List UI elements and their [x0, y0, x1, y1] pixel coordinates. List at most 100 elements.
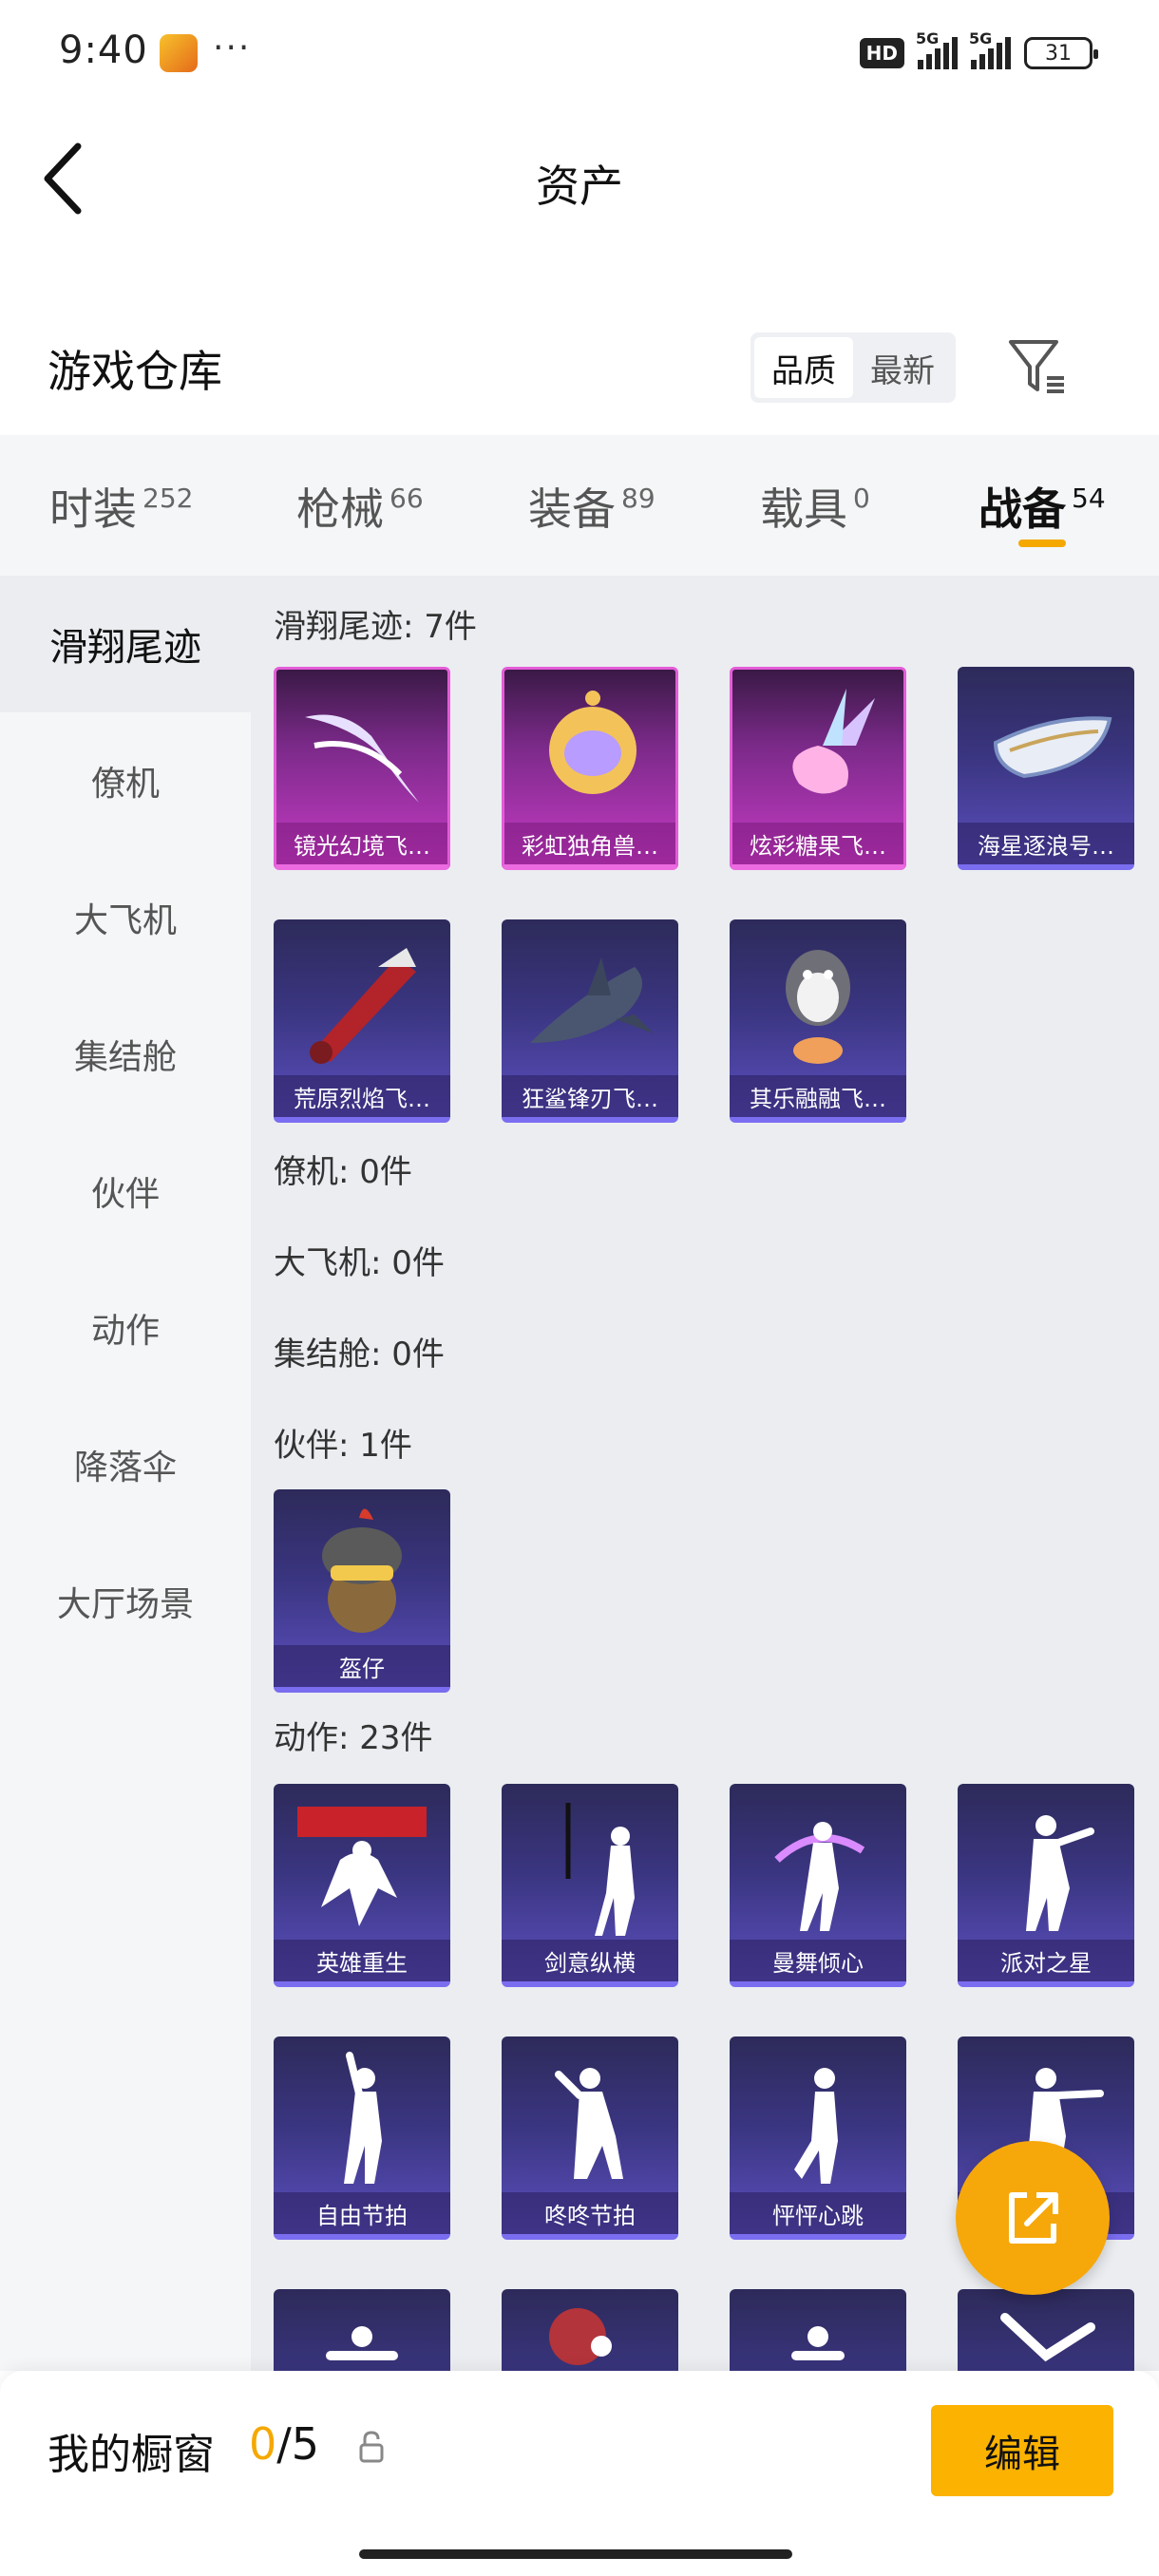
emote-figure-icon [791, 2326, 845, 2360]
more-notifications-icon: ··· [213, 28, 252, 67]
item-card[interactable]: 彩虹独角兽… [502, 667, 678, 870]
item-card[interactable]: 英雄重生 [274, 1784, 450, 1987]
item-card[interactable]: 狂鲨锋刃飞… [502, 919, 678, 1123]
item-label: 其乐融融飞… [730, 1075, 906, 1117]
item-card[interactable]: 剑意纵横 [502, 1784, 678, 1987]
item-card[interactable]: 荒原烈焰飞… [274, 919, 450, 1123]
side-item-pod[interactable]: 集结舱 [0, 986, 251, 1123]
item-label: 曼舞倾心 [730, 1940, 906, 1981]
item-card[interactable] [274, 2289, 450, 2371]
warehouse-title: 游戏仓库 [48, 346, 222, 397]
section-title-emote: 动作: 23件 [274, 1719, 433, 1757]
item-label: 海星逐浪号… [958, 823, 1134, 864]
emote-figure-icon [326, 2326, 398, 2360]
signal-icon: 5G [916, 29, 958, 69]
hd-icon: HD [859, 38, 904, 68]
showcase-count: 0/5 [249, 2418, 320, 2470]
item-label: 派对之星 [958, 1940, 1134, 1981]
side-item-parachute[interactable]: 降落伞 [0, 1396, 251, 1533]
page-title: 资产 [536, 161, 623, 212]
item-label: 盔仔 [274, 1645, 450, 1687]
candy-icon [792, 689, 875, 794]
section-title-partner: 伙伴: 1件 [274, 1427, 412, 1465]
app-notification-icon [160, 34, 198, 72]
item-card[interactable] [730, 2289, 906, 2371]
flame-glider-icon [310, 948, 416, 1064]
item-label: 彩虹独角兽… [504, 823, 675, 864]
tab-fashion[interactable]: 时装 252 [49, 475, 193, 538]
share-icon [1009, 2192, 1058, 2244]
item-card[interactable]: 镜光幻境飞… [274, 667, 450, 870]
tab-guns[interactable]: 枪械 66 [296, 475, 424, 538]
home-indicator[interactable] [359, 2549, 792, 2559]
edit-button[interactable]: 编辑 [931, 2405, 1113, 2496]
section-title-wingman: 僚机: 0件 [274, 1153, 412, 1191]
item-card[interactable]: 曼舞倾心 [730, 1784, 906, 1987]
side-item-partner[interactable]: 伙伴 [0, 1123, 251, 1260]
dance-emote-icon [774, 1822, 865, 1931]
drum-beat-emote-icon [555, 2068, 623, 2179]
shark-glider-icon [530, 957, 654, 1043]
hero-emote-icon [297, 1807, 427, 1926]
sword-emote-icon [565, 1803, 635, 1936]
item-card[interactable] [502, 2289, 678, 2371]
helmet-bird-icon [322, 1508, 402, 1633]
status-bar: 9:40 ··· HD 5G 5G 31 [0, 0, 1159, 104]
item-label: 英雄重生 [274, 1940, 450, 1981]
side-category-list: 滑翔尾迹 僚机 大飞机 集结舱 伙伴 动作 降落伞 大厅场景 [0, 576, 251, 2371]
sort-newest-button[interactable]: 最新 [853, 337, 952, 398]
boat-icon [993, 716, 1112, 779]
item-card[interactable]: 盔仔 [274, 1489, 450, 1693]
share-button[interactable] [956, 2141, 1110, 2295]
signal-icon-2: 5G [969, 29, 1011, 69]
item-label: 剑意纵横 [502, 1940, 678, 1981]
emote-figure-icon [549, 2308, 612, 2365]
status-icons: HD 5G 5G 31 [859, 29, 1098, 72]
item-card[interactable] [958, 2289, 1134, 2371]
tab-battle-gear[interactable]: 战备 54 [978, 475, 1106, 538]
item-label: 咚咚节拍 [502, 2192, 678, 2234]
item-grid-area: 滑翔尾迹: 7件 镜光幻境飞… 彩虹独角兽… 炫彩糖果飞… 海星逐浪号… 荒原烈… [251, 576, 1159, 2371]
item-card[interactable]: 其乐融融飞… [730, 919, 906, 1123]
section-title-glide: 滑翔尾迹: 7件 [274, 608, 477, 646]
showcase-label: 我的橱窗 [48, 2431, 215, 2479]
section-title-plane: 大飞机: 0件 [274, 1244, 445, 1282]
heartbeat-emote-icon [794, 2068, 838, 2184]
side-item-glide-trail[interactable]: 滑翔尾迹 [0, 576, 251, 712]
item-label: 荒原烈焰飞… [274, 1075, 450, 1117]
wing-art-icon [305, 714, 419, 803]
free-beat-emote-icon [344, 2052, 382, 2184]
showcase-bar: 我的橱窗 0/5 编辑 [0, 2371, 1159, 2576]
filter-icon[interactable] [1005, 334, 1070, 399]
category-tabs: 时装 252 枪械 66 装备 89 载具 0 战备 54 [0, 435, 1159, 576]
item-card[interactable]: 派对之星 [958, 1784, 1134, 1987]
header: 资产 [0, 104, 1159, 247]
item-label: 狂鲨锋刃飞… [502, 1075, 678, 1117]
item-card[interactable]: 咚咚节拍 [502, 2036, 678, 2240]
side-item-lobby-scene[interactable]: 大厅场景 [0, 1533, 251, 1670]
sort-quality-button[interactable]: 品质 [754, 337, 853, 398]
rainbow-orb-icon [549, 691, 636, 794]
item-label: 镜光幻境飞… [276, 823, 447, 864]
item-label: 自由节拍 [274, 2192, 450, 2234]
item-card[interactable]: 自由节拍 [274, 2036, 450, 2240]
sort-toggle: 品质 最新 [750, 332, 956, 403]
status-time: 9:40 [59, 28, 148, 72]
item-card[interactable]: 海星逐浪号… [958, 667, 1134, 870]
tab-equipment[interactable]: 装备 89 [528, 475, 656, 538]
active-tab-indicator [1018, 540, 1066, 547]
item-card[interactable]: 怦怦心跳 [730, 2036, 906, 2240]
item-label: 炫彩糖果飞… [732, 823, 903, 864]
item-label: 怦怦心跳 [730, 2192, 906, 2234]
side-item-plane[interactable]: 大飞机 [0, 849, 251, 986]
lock-icon [359, 2431, 384, 2463]
item-card[interactable]: 炫彩糖果飞… [730, 667, 906, 870]
side-item-wingman[interactable]: 僚机 [0, 712, 251, 849]
penguin-glider-icon [786, 950, 850, 1064]
emote-figure-icon [1000, 2313, 1095, 2362]
side-item-emote[interactable]: 动作 [0, 1260, 251, 1396]
section-title-pod: 集结舱: 0件 [274, 1335, 445, 1373]
party-emote-icon [1026, 1815, 1094, 1931]
battery-icon: 31 [1024, 37, 1098, 69]
tab-vehicles[interactable]: 载具 0 [760, 475, 870, 538]
